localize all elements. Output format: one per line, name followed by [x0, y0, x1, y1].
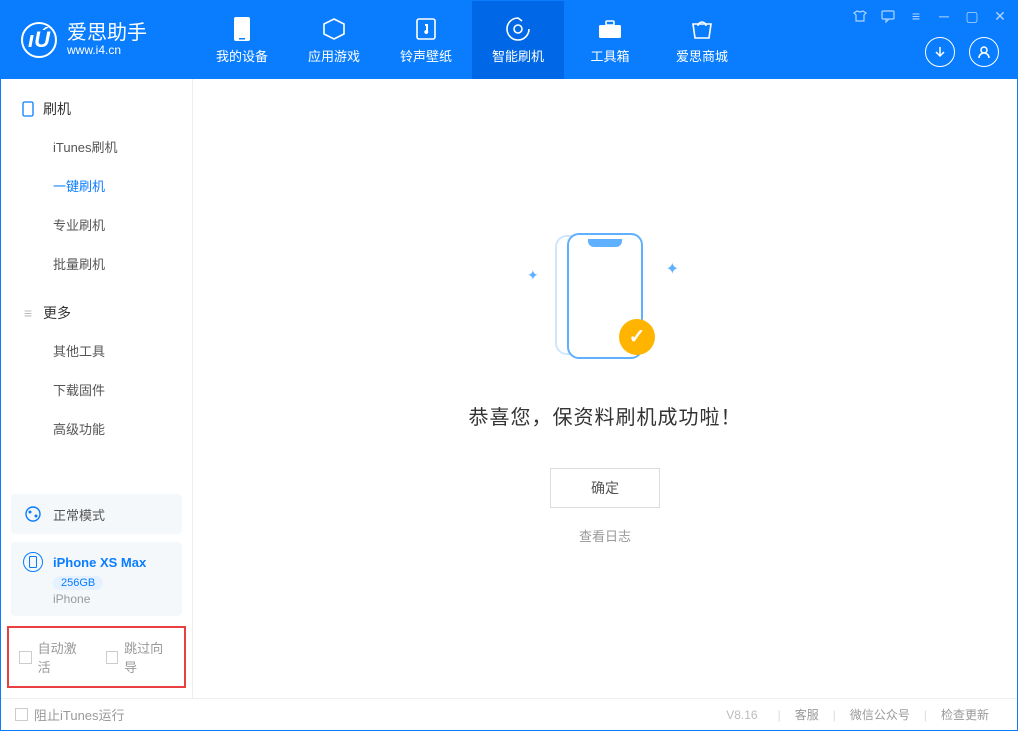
device-icon: [23, 552, 43, 572]
version-label: V8.16: [726, 708, 757, 722]
nav-tab-label: 爱思商城: [676, 46, 728, 65]
app-logo-icon: ıÚ: [21, 22, 57, 58]
checkbox-label: 阻止iTunes运行: [34, 705, 125, 724]
sidebar-item-other-tools[interactable]: 其他工具: [1, 331, 192, 370]
checkbox-label: 自动激活: [38, 638, 88, 676]
footer-link-service[interactable]: 客服: [781, 706, 833, 723]
ringtone-icon: [413, 16, 439, 42]
check-badge-icon: ✓: [619, 319, 655, 355]
checkbox-icon: [15, 708, 28, 721]
success-message: 恭喜您，保资料刷机成功啦！: [469, 401, 742, 430]
feedback-icon[interactable]: [879, 7, 897, 25]
main-content: ✦ ✦ ✓ 恭喜您，保资料刷机成功啦！ 确定 查看日志: [193, 79, 1017, 698]
highlighted-options: 自动激活 跳过向导: [7, 626, 186, 688]
sparkle-icon: ✦: [666, 259, 679, 279]
sparkle-icon: ✦: [527, 267, 539, 284]
menu-icon[interactable]: ≡: [907, 7, 925, 25]
device-name: iPhone XS Max: [53, 555, 146, 570]
phone-icon: [21, 102, 35, 116]
sidebar-section-title: 刷机: [1, 99, 192, 127]
ok-button[interactable]: 确定: [550, 468, 660, 508]
app-title: 爱思助手: [67, 22, 147, 44]
shirt-icon[interactable]: [851, 7, 869, 25]
sidebar-section-title: ≡ 更多: [1, 303, 192, 331]
nav-tab-label: 智能刷机: [492, 46, 544, 65]
tools-icon: [597, 16, 623, 42]
nav-tab-ringtone[interactable]: 铃声壁纸: [380, 1, 472, 79]
sidebar-heading-label: 更多: [43, 303, 71, 323]
store-icon: [689, 16, 715, 42]
header: ıÚ 爱思助手 www.i4.cn 我的设备 应用游戏 铃声壁纸 智能刷机 工具…: [1, 1, 1017, 79]
success-illustration: ✦ ✦ ✓: [525, 233, 685, 373]
download-button[interactable]: [925, 37, 955, 67]
checkbox-auto-activate[interactable]: 自动激活: [19, 638, 88, 676]
footer-link-wechat[interactable]: 微信公众号: [836, 706, 924, 723]
nav-tab-tools[interactable]: 工具箱: [564, 1, 656, 79]
nav-tab-apps[interactable]: 应用游戏: [288, 1, 380, 79]
sidebar-heading-label: 刷机: [43, 99, 71, 119]
app-logo-text: 爱思助手 www.i4.cn: [67, 22, 147, 57]
checkbox-label: 跳过向导: [124, 638, 174, 676]
checkbox-block-itunes[interactable]: 阻止iTunes运行: [15, 705, 125, 724]
sidebar-section-more: ≡ 更多 其他工具 下载固件 高级功能: [1, 283, 192, 448]
nav-tab-label: 我的设备: [216, 46, 268, 65]
nav-tab-label: 铃声壁纸: [400, 46, 452, 65]
device-card[interactable]: iPhone XS Max 256GB iPhone: [11, 542, 182, 616]
device-storage: 256GB: [53, 576, 103, 590]
nav-tab-label: 应用游戏: [308, 46, 360, 65]
sidebar-item-advanced[interactable]: 高级功能: [1, 409, 192, 448]
nav-tab-flash[interactable]: 智能刷机: [472, 1, 564, 79]
sidebar-section-flash: 刷机 iTunes刷机 一键刷机 专业刷机 批量刷机: [1, 79, 192, 283]
close-icon[interactable]: ✕: [991, 7, 1009, 25]
sidebar-item-itunes-flash[interactable]: iTunes刷机: [1, 127, 192, 166]
sidebar-item-one-click-flash[interactable]: 一键刷机: [1, 166, 192, 205]
nav-tab-device[interactable]: 我的设备: [196, 1, 288, 79]
app-url: www.i4.cn: [67, 44, 147, 57]
mode-icon: [23, 504, 43, 524]
minimize-icon[interactable]: ─: [935, 7, 953, 25]
sidebar-item-pro-flash[interactable]: 专业刷机: [1, 205, 192, 244]
nav-tabs: 我的设备 应用游戏 铃声壁纸 智能刷机 工具箱 爱思商城: [196, 1, 748, 79]
header-right: [925, 37, 999, 67]
footer: 阻止iTunes运行 V8.16 | 客服 | 微信公众号 | 检查更新: [1, 698, 1017, 730]
app-logo-area: ıÚ 爱思助手 www.i4.cn: [1, 1, 196, 79]
checkbox-skip-guide[interactable]: 跳过向导: [106, 638, 175, 676]
list-icon: ≡: [21, 306, 35, 320]
user-button[interactable]: [969, 37, 999, 67]
sidebar-item-download-firmware[interactable]: 下载固件: [1, 370, 192, 409]
mode-label: 正常模式: [53, 505, 105, 524]
device-type: iPhone: [53, 592, 170, 606]
maximize-icon[interactable]: ▢: [963, 7, 981, 25]
window-controls: ≡ ─ ▢ ✕: [851, 7, 1009, 25]
footer-link-update[interactable]: 检查更新: [927, 706, 1003, 723]
checkbox-icon: [106, 651, 119, 664]
mode-card[interactable]: 正常模式: [11, 494, 182, 534]
apps-icon: [321, 16, 347, 42]
view-log-link[interactable]: 查看日志: [579, 526, 631, 545]
sidebar-item-batch-flash[interactable]: 批量刷机: [1, 244, 192, 283]
nav-tab-store[interactable]: 爱思商城: [656, 1, 748, 79]
device-icon: [229, 16, 255, 42]
nav-tab-label: 工具箱: [590, 46, 629, 65]
sidebar: 刷机 iTunes刷机 一键刷机 专业刷机 批量刷机 ≡ 更多 其他工具 下载固…: [1, 79, 193, 698]
flash-icon: [505, 16, 531, 42]
body: 刷机 iTunes刷机 一键刷机 专业刷机 批量刷机 ≡ 更多 其他工具 下载固…: [1, 79, 1017, 698]
checkbox-icon: [19, 651, 32, 664]
